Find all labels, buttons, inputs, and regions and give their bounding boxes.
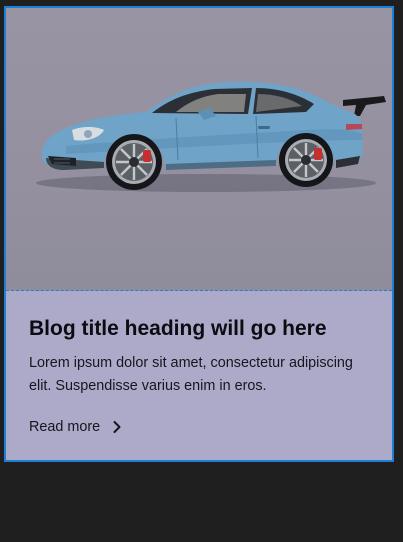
card-body: Blog title heading will go here Lorem ip… <box>6 291 392 460</box>
read-more-link[interactable]: Read more <box>29 419 122 435</box>
car-image <box>36 81 386 192</box>
card-image <box>6 8 392 291</box>
blog-title: Blog title heading will go here <box>29 317 327 340</box>
blog-card[interactable]: Blog title heading will go here Lorem ip… <box>4 6 394 462</box>
chevron-right-icon <box>112 420 122 434</box>
blog-excerpt: Lorem ipsum dolor sit amet, consectetur … <box>29 355 353 394</box>
read-more-label: Read more <box>29 419 101 435</box>
